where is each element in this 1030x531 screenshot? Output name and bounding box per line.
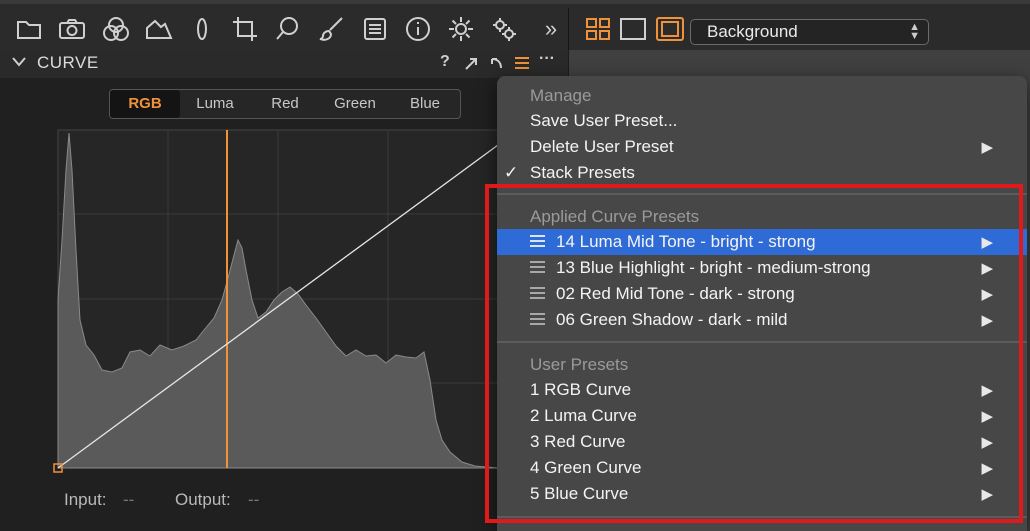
output-value: -- — [248, 490, 260, 509]
grid-view-icon[interactable] — [583, 14, 613, 44]
framed-view-icon[interactable] — [655, 14, 685, 44]
menu-item-stack-presets[interactable]: ✓ Stack Presets — [497, 160, 1027, 186]
menu-item-delete-preset[interactable]: Delete User Preset ▶ — [497, 134, 1027, 160]
submenu-arrow-icon: ▶ — [981, 139, 993, 156]
checkmark-icon: ✓ — [504, 163, 519, 182]
output-label: Output: — [175, 490, 231, 509]
menu-header-manage: Manage — [530, 86, 592, 105]
input-label: Input: — [64, 490, 107, 509]
layer-select-value: Background — [707, 22, 798, 41]
highlight-annotation-box — [485, 184, 1023, 523]
single-view-icon[interactable] — [618, 14, 648, 44]
menu-item-save-preset[interactable]: Save User Preset... — [497, 108, 1027, 134]
input-value: -- — [123, 490, 135, 509]
layer-select[interactable]: Background ▲ ▼ — [690, 19, 929, 45]
select-arrows-icon: ▲ ▼ — [909, 21, 920, 42]
